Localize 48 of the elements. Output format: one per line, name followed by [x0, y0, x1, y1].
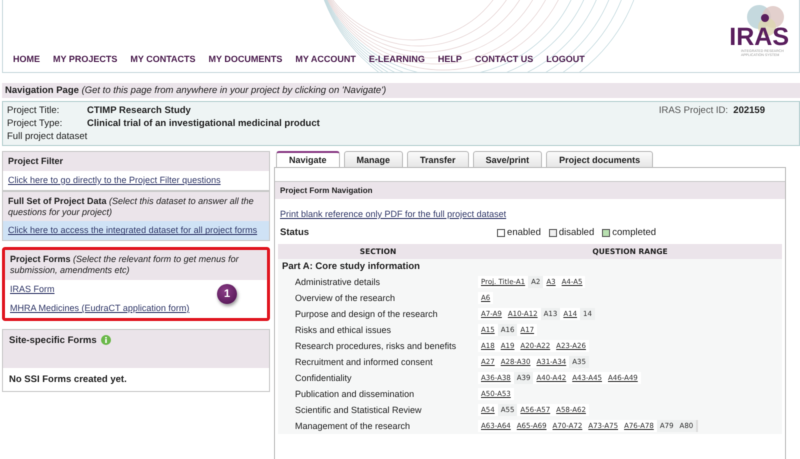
legend-label: completed: [612, 227, 656, 238]
logo-name: IRAS: [729, 25, 789, 50]
menu-link[interactable]: LOGOUT: [546, 54, 585, 64]
menu-link[interactable]: HELP: [438, 54, 462, 64]
tab[interactable]: Navigate: [276, 151, 340, 167]
info-icon[interactable]: [100, 335, 111, 346]
project-type: Clinical trial of an investigational medicinal product: [87, 118, 321, 129]
section-name: Scientific and Statistical Review: [294, 405, 423, 415]
tab[interactable]: Project documents: [546, 151, 654, 167]
panel-link[interactable]: IRAS Form: [10, 284, 55, 294]
panel-link[interactable]: Click here to go directly to the Project Filter questions: [8, 174, 221, 185]
project-id: IRAS Project ID: 202159: [658, 105, 766, 116]
section-name: Publication and dissemination: [294, 389, 416, 399]
section-name: Administrative details: [294, 277, 382, 287]
tab[interactable]: Save/print: [472, 151, 542, 167]
panel-heading: Site-specific Forms: [9, 334, 97, 346]
section-heading: Project Form Navigation: [275, 181, 785, 199]
tab[interactable]: Transfer: [407, 151, 469, 167]
panel-heading: Project Filter: [3, 152, 269, 171]
menu-link[interactable]: MY PROJECTS: [53, 54, 118, 64]
section-name: Confidentiality: [294, 373, 353, 383]
menu-link[interactable]: MY CONTACTS: [130, 54, 196, 64]
dataset-label: Full project dataset: [7, 131, 88, 142]
section-name: Research procedures, risks and benefits: [294, 341, 458, 351]
field-label: Project Type:: [7, 118, 64, 129]
section-name: Overview of the research: [294, 293, 396, 303]
menu-link[interactable]: MY DOCUMENTS: [208, 54, 282, 64]
status-label: Status: [280, 227, 310, 238]
panel-link[interactable]: MHRA Medicines (EudraCT application form): [10, 302, 190, 313]
legend-label: disabled: [558, 227, 594, 238]
menu-link[interactable]: MY ACCOUNT: [295, 54, 356, 64]
project-title: CTIMP Research Study: [87, 105, 192, 116]
menu-link[interactable]: CONTACT US: [474, 54, 534, 64]
field-label: Project Title:: [7, 105, 60, 116]
legend-label: enabled: [507, 227, 541, 238]
panel-heading: Full Set of Project Data (Select this dataset to answer all the questions for your project): [3, 192, 269, 222]
menu-link[interactable]: E-LEARNING: [368, 54, 425, 64]
section-name: Risks and ethical issues: [294, 325, 392, 335]
section-name: Recruitment and informed consent: [294, 357, 434, 367]
menu-link[interactable]: HOME: [13, 54, 40, 64]
section-name: Management of the research: [294, 421, 412, 431]
part-heading: Part A: Core study information: [281, 260, 421, 274]
page-title-bar: Navigation Page (Get to this page from anywhere in your project by clicking on 'Navigate'): [2, 83, 800, 98]
print-link[interactable]: Print blank reference only PDF for the full project dataset: [280, 209, 506, 219]
panel-heading: Project Forms (Select the relevant form to get menus for submission, amendments etc): [5, 250, 267, 280]
tab[interactable]: Manage: [344, 151, 404, 167]
section-name: Purpose and design of the research: [294, 309, 439, 319]
empty-message: No SSI Forms created yet.: [8, 372, 128, 387]
